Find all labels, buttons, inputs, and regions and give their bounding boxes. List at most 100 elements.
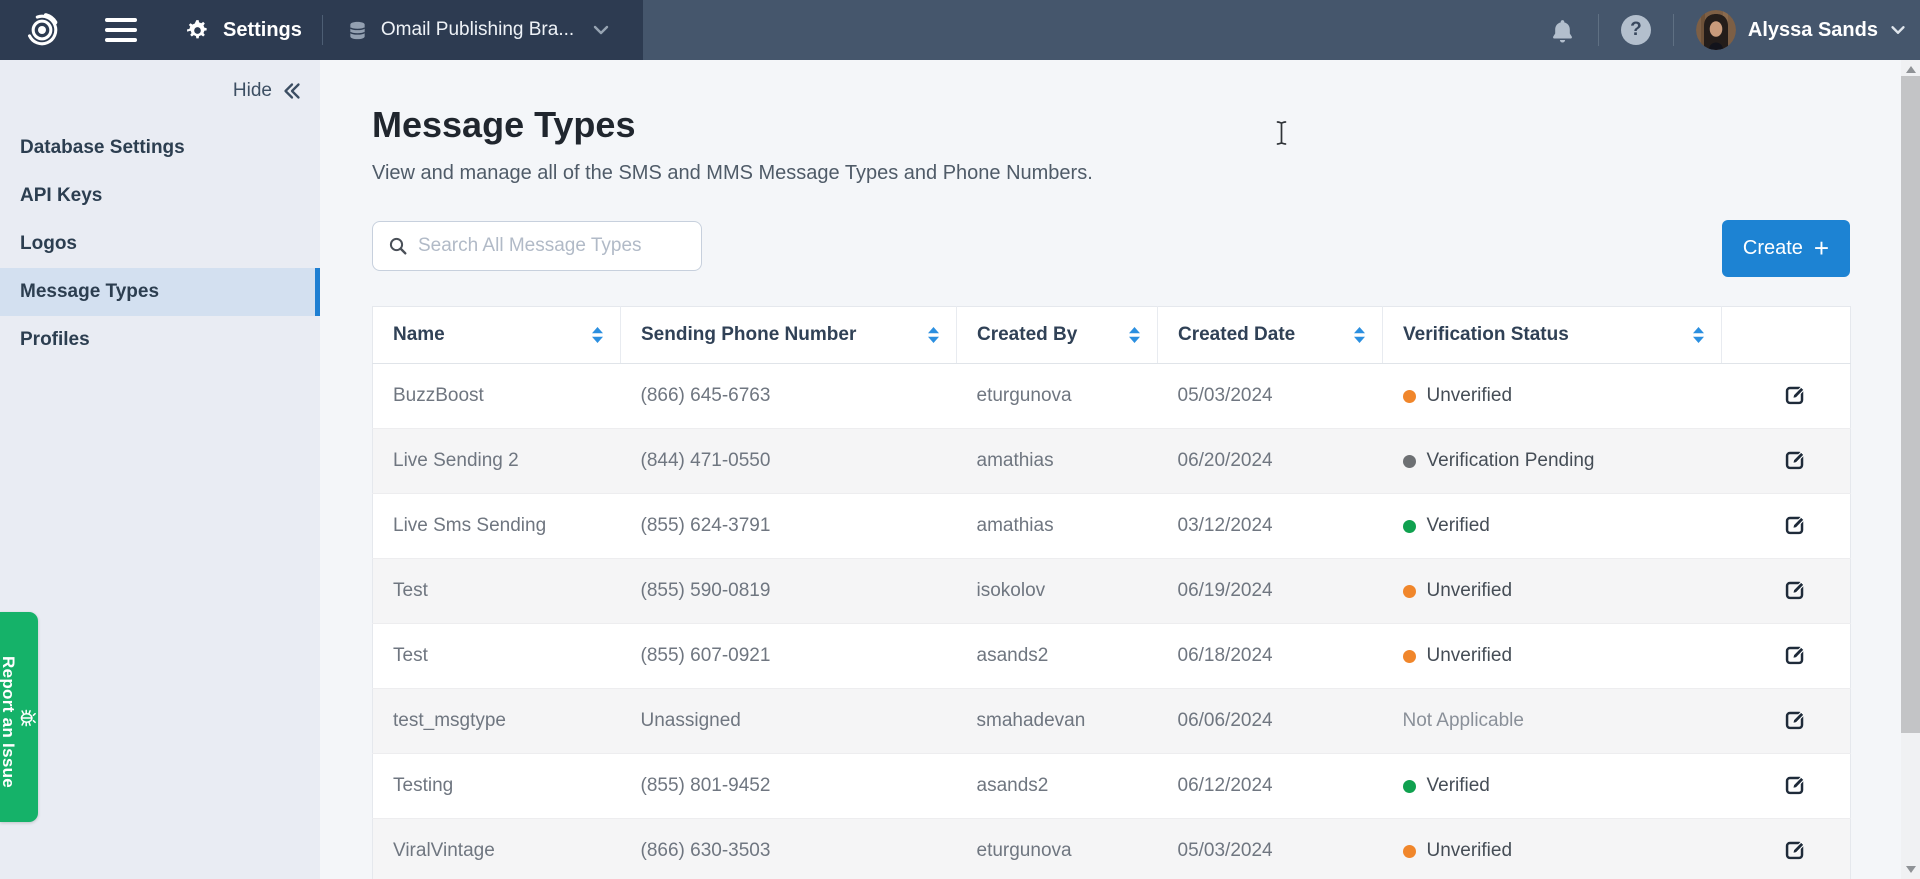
cell-name: Test [373,559,621,624]
table-row: ViralVintage(866) 630-3503eturgunova05/0… [373,819,1851,879]
column-header-created-by[interactable]: Created By [957,307,1158,364]
scrollbar-up-arrow[interactable] [1906,66,1916,73]
edit-button[interactable] [1781,575,1810,604]
double-chevron-left-icon [280,81,302,101]
table-row: BuzzBoost(866) 645-6763eturgunova05/03/2… [373,364,1851,429]
edit-button[interactable] [1781,705,1810,734]
nav-settings[interactable]: Settings [185,18,302,43]
column-label: Created Date [1178,324,1295,346]
report-issue-tab[interactable]: Report an Issue [0,612,38,822]
message-types-table: Name Sending Phone Number Created By Create… [372,306,1851,879]
status-dot [1403,780,1416,793]
edit-button[interactable] [1781,835,1810,864]
sidebar-item-logos[interactable]: Logos [0,220,320,268]
status-label: Verified [1427,515,1490,537]
top-navbar: Settings Omail Publishing Bra... [0,0,1920,60]
cell-name: Live Sms Sending [373,494,621,559]
navbar-divider [1673,14,1674,46]
edit-icon [1784,838,1807,861]
sort-icon [1353,326,1366,344]
table-row: Test(855) 590-0819isokolov06/19/2024Unve… [373,559,1851,624]
status-label: Unverified [1427,840,1513,862]
table-row: Live Sms Sending(855) 624-3791amathias03… [373,494,1851,559]
status-dot [1403,650,1416,663]
cell-phone: (855) 607-0921 [621,624,957,689]
column-header-verification-status[interactable]: Verification Status [1383,307,1722,364]
sidebar-hide-toggle[interactable]: Hide [0,60,320,102]
cell-verification-status: Unverified [1383,364,1722,429]
cell-verification-status: Verified [1383,754,1722,819]
cell-actions [1722,364,1851,429]
text-cursor [1274,120,1289,151]
status-label: Verified [1427,775,1490,797]
status-label: Not Applicable [1403,710,1524,732]
edit-button[interactable] [1781,510,1810,539]
database-selector-dropdown[interactable]: Omail Publishing Bra... [347,19,612,41]
column-header-created-date[interactable]: Created Date [1158,307,1383,364]
edit-button[interactable] [1781,770,1810,799]
bug-icon [18,708,38,728]
status-label: Unverified [1427,645,1513,667]
cell-created-by: asands2 [957,754,1158,819]
gear-icon [185,18,210,43]
column-header-sending-phone-number[interactable]: Sending Phone Number [621,307,957,364]
scrollbar-down-arrow[interactable] [1906,866,1916,873]
status-dot [1403,845,1416,858]
navbar-divider [322,15,323,45]
cell-verification-status: Unverified [1383,624,1722,689]
cell-created-date: 06/18/2024 [1158,624,1383,689]
sidebar-item-profiles[interactable]: Profiles [0,316,320,364]
create-button[interactable]: Create + [1722,220,1850,277]
edit-button[interactable] [1781,445,1810,474]
edit-icon [1784,773,1807,796]
cell-created-by: smahadevan [957,689,1158,754]
user-name: Alyssa Sands [1748,19,1878,42]
database-icon [347,20,368,41]
cell-verification-status: Unverified [1383,819,1722,879]
edit-button[interactable] [1781,380,1810,409]
status-dot [1403,390,1416,403]
database-selector-value: Omail Publishing Bra... [381,19,574,41]
main-content: Message Types View and manage all of the… [320,60,1901,879]
scrollbar-thumb[interactable] [1901,76,1920,733]
edit-icon [1784,448,1807,471]
search-input[interactable] [418,235,687,257]
cell-actions [1722,494,1851,559]
cell-phone: (844) 471-0550 [621,429,957,494]
sort-icon [1128,326,1141,344]
cell-verification-status: Verification Pending [1383,429,1722,494]
cell-created-date: 06/20/2024 [1158,429,1383,494]
hide-label: Hide [233,80,272,102]
column-label: Created By [977,324,1077,346]
cell-name: test_msgtype [373,689,621,754]
notifications-button[interactable] [1549,17,1576,44]
column-header-name[interactable]: Name [373,307,621,364]
cell-name: ViralVintage [373,819,621,879]
vertical-scrollbar [1901,60,1920,879]
cell-phone: (866) 645-6763 [621,364,957,429]
avatar [1696,10,1736,50]
navbar-divider [1598,14,1599,46]
app-logo[interactable] [23,11,61,49]
table-row: Live Sending 2(844) 471-0550amathias06/2… [373,429,1851,494]
user-menu[interactable]: Alyssa Sands [1696,10,1908,50]
navbar-brand-section: Settings Omail Publishing Bra... [0,0,643,60]
help-button[interactable]: ? [1621,15,1651,45]
hamburger-menu-icon[interactable] [105,18,137,42]
sidebar-item-database-settings[interactable]: Database Settings [0,124,320,172]
cell-name: Testing [373,754,621,819]
sidebar-item-api-keys[interactable]: API Keys [0,172,320,220]
cell-name: Live Sending 2 [373,429,621,494]
column-label: Name [393,324,445,346]
status-label: Unverified [1427,385,1513,407]
search-box [372,221,702,271]
chevron-down-icon [590,19,612,41]
settings-sidebar: Hide Database SettingsAPI KeysLogosMessa… [0,60,320,879]
table-row: test_msgtypeUnassignedsmahadevan06/06/20… [373,689,1851,754]
edit-button[interactable] [1781,640,1810,669]
bell-icon [1549,17,1576,44]
sidebar-item-message-types[interactable]: Message Types [0,268,320,316]
edit-icon [1784,578,1807,601]
cell-verification-status: Unverified [1383,559,1722,624]
cell-created-date: 06/19/2024 [1158,559,1383,624]
